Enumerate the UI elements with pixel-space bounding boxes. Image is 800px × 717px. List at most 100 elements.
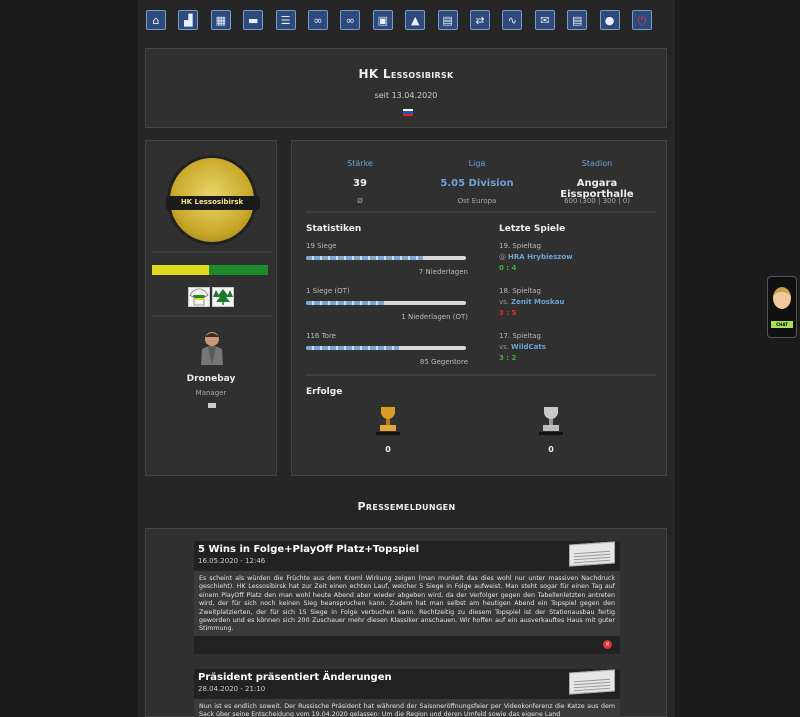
press-article: 5 Wins in Folge+PlayOff Platz+Topspiel 1… [194, 541, 620, 654]
divider [152, 251, 272, 253]
club-header: HK Lessosibirsk seit 13.04.2020 [145, 48, 667, 128]
nav-film-button[interactable]: ▣ [372, 10, 393, 30]
statistics-heading: Statistiken [306, 224, 362, 234]
chat-avatar-icon [773, 287, 791, 309]
game-opponent[interactable]: HRA Hrybieszow [508, 253, 573, 261]
nav-mail-button[interactable]: ✉ [534, 10, 555, 30]
nav-lineup-button[interactable]: ▦ [210, 10, 231, 30]
divider [152, 315, 272, 317]
nav-finance-button[interactable]: ▤ [437, 10, 458, 30]
game-opponent-link[interactable]: vs. Zenit Moskau [499, 298, 564, 306]
game-opponent[interactable]: Zenit Moskau [511, 298, 564, 306]
nav-versus-button[interactable]: ∞ [308, 10, 328, 30]
press-article: Präsident präsentiert Änderungen 28.04.2… [194, 669, 620, 717]
manager-name[interactable]: Dronebay [146, 374, 276, 384]
wins-label: 19 Siege [306, 242, 337, 250]
strength-value: 39 [353, 178, 367, 189]
delete-icon[interactable]: ✕ [603, 640, 612, 649]
member-since: seit 13.04.2020 [374, 91, 438, 100]
game-day: 18. Spieltag [499, 287, 541, 295]
away-jersey-icon[interactable] [212, 287, 234, 307]
ot-bar [306, 301, 466, 305]
newspaper-icon [569, 669, 615, 695]
nav-training-button[interactable]: ▬ [243, 10, 264, 30]
club-stats-card: Stärke 39 Ø Liga 5.05 Division Ost Europ… [291, 140, 667, 476]
game-score[interactable]: 0 : 4 [499, 264, 516, 272]
nav-match-button[interactable]: ∞ [340, 10, 361, 30]
gold-count: 0 [385, 445, 391, 454]
goals-label: 116 Tore [306, 332, 336, 340]
game-prefix: vs. [499, 343, 510, 351]
club-logo: HK Lessosibirsk [166, 155, 260, 245]
league-link[interactable]: 5.05 Division [422, 178, 532, 189]
manager-role: Manager [195, 389, 227, 397]
strength-label: Stärke [347, 159, 373, 168]
club-profile-card: HK Lessosibirsk Dronebay Manager [145, 140, 277, 476]
nav-stats-button[interactable]: ∿ [502, 10, 523, 30]
last-games-heading: Letzte Spiele [499, 224, 566, 234]
game-day: 19. Spieltag [499, 242, 541, 250]
mail-icon: ✉ [540, 13, 550, 27]
game-opponent-link[interactable]: @ HRA Hrybieszow [499, 253, 573, 261]
stadium-capacity: 600 (300 | 300 | 0) [564, 197, 630, 205]
game-opponent-link[interactable]: vs. WildCats [499, 343, 546, 351]
chat-icon: ● [604, 13, 615, 27]
wins-bar [306, 256, 466, 260]
transfer-icon: ⇄ [475, 13, 485, 27]
finance-icon: ▤ [442, 13, 453, 27]
nav-transfer-button[interactable]: ⇄ [470, 10, 490, 30]
secondary-color-swatch [209, 265, 268, 275]
divider [306, 211, 656, 213]
logout-icon: ⏻ [637, 13, 647, 27]
nav-home-button[interactable]: ⌂ [146, 10, 166, 30]
home-icon: ⌂ [152, 13, 160, 27]
nav-chat-button[interactable]: ● [599, 10, 620, 30]
nav-logout-button[interactable]: ⏻ [632, 10, 652, 30]
nav-list-button[interactable]: ☰ [275, 10, 296, 30]
club-logo-text: HK Lessosibirsk [180, 198, 244, 206]
article-body: Nun ist es endlich soweit. Der Russische… [194, 699, 620, 717]
gold-trophy-icon [376, 407, 400, 435]
manager-flag-icon [208, 403, 216, 408]
primary-color-swatch [152, 265, 209, 275]
film-icon: ▣ [377, 13, 388, 27]
strength-sub: Ø [357, 197, 363, 205]
ot-losses-label: 1 Niederlagen (OT) [401, 313, 468, 321]
losses-label: 7 Niederlagen [418, 268, 468, 276]
lineup-icon: ▦ [215, 13, 226, 27]
goals-against-label: 85 Gegentore [419, 358, 468, 366]
article-title[interactable]: 5 Wins in Folge+PlayOff Platz+Topspiel [198, 544, 419, 555]
game-score[interactable]: 3 : 2 [499, 354, 516, 362]
league-label: Liga [468, 159, 486, 168]
manager-avatar[interactable] [197, 329, 227, 365]
league-region: Ost Europa [457, 197, 497, 205]
home-jersey-icon[interactable] [188, 287, 210, 307]
page-container: ⌂ ▟ ▦ ▬ ☰ ∞ ∞ ▣ ▲ ▤ ⇄ ∿ ✉ ▤ ● ⏻ HK Lessosibirsk seit 13… [138, 0, 675, 717]
table-icon: ▤ [571, 13, 583, 27]
game-day: 17. Spieltag [499, 332, 541, 340]
versus-icon: ∞ [313, 13, 323, 27]
chat-widget[interactable]: CHAT [767, 276, 797, 338]
game-score[interactable]: 3 : 5 [499, 309, 516, 317]
russia-flag-icon [403, 109, 413, 116]
chat-label[interactable]: CHAT [771, 321, 793, 328]
training-icon: ▬ [247, 13, 259, 27]
ot-wins-label: 1 Siege (OT) [306, 287, 350, 295]
top-nav: ⌂ ▟ ▦ ▬ ☰ ∞ ∞ ▣ ▲ ▤ ⇄ ∿ ✉ ▤ ● ⏻ [138, 0, 675, 40]
press-list: 5 Wins in Folge+PlayOff Platz+Topspiel 1… [145, 528, 667, 717]
club-title: HK Lessosibirsk [358, 67, 454, 81]
silver-count: 0 [548, 445, 554, 454]
goals-bar [306, 346, 466, 350]
list-icon: ☰ [280, 13, 291, 27]
nav-table-button[interactable]: ▤ [567, 10, 588, 30]
achievements-heading: Erfolge [306, 387, 343, 397]
nav-jersey-button[interactable]: ▟ [178, 10, 199, 30]
game-opponent[interactable]: WildCats [511, 343, 546, 351]
jersey-icon: ▟ [184, 13, 193, 27]
silver-trophy-icon [539, 407, 563, 435]
article-title[interactable]: Präsident präsentiert Änderungen [198, 672, 392, 683]
game-prefix: vs. [499, 298, 510, 306]
stadium-label: Stadion [581, 159, 613, 168]
stats-icon: ∿ [507, 13, 517, 27]
nav-stadium-button[interactable]: ▲ [405, 10, 426, 30]
